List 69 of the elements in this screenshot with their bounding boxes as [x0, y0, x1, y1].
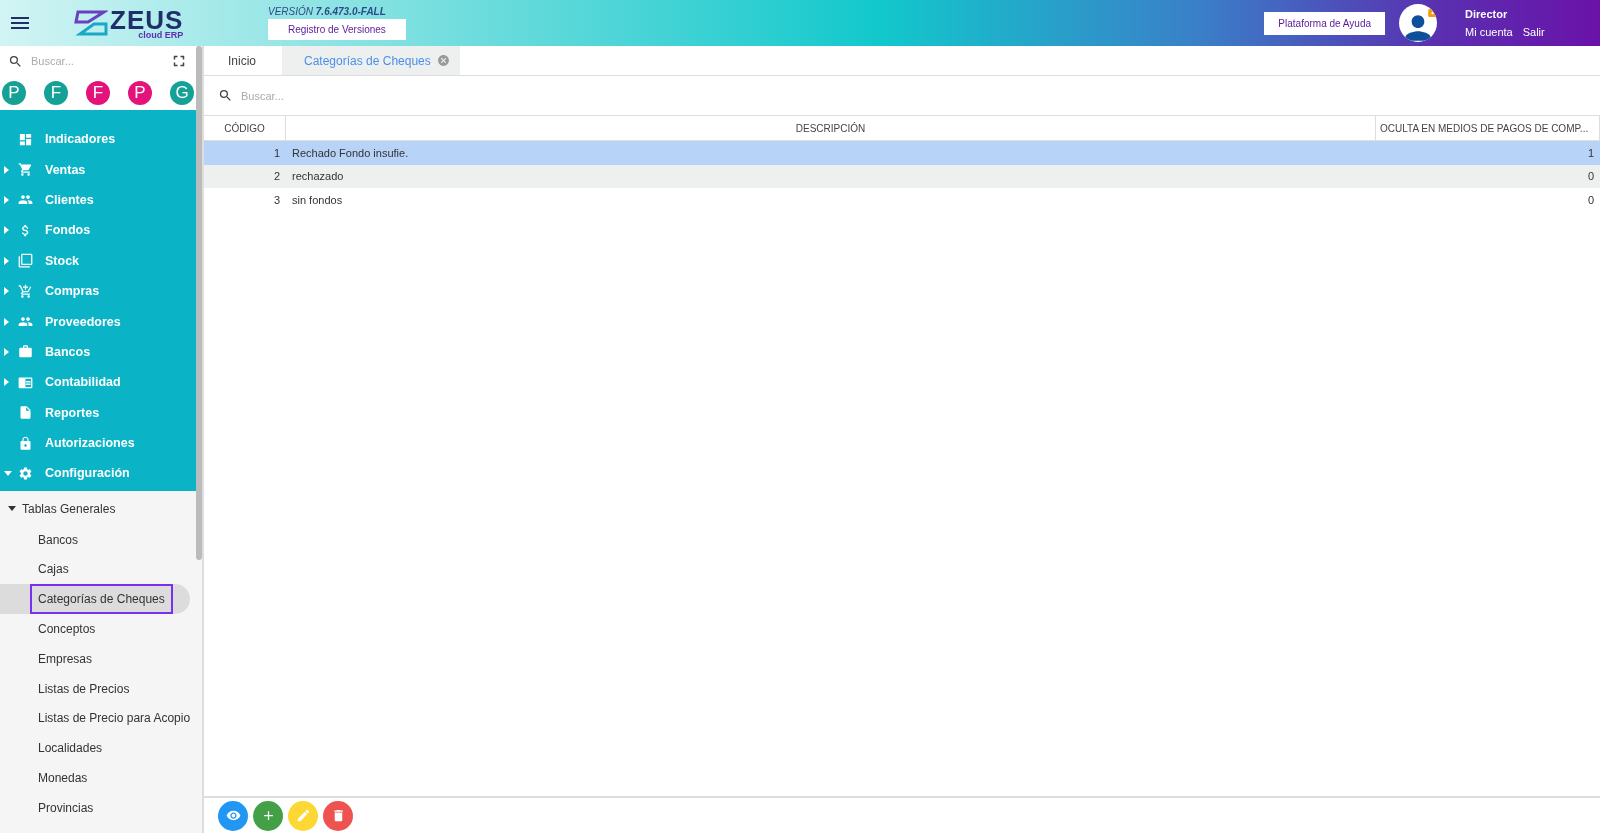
header-link[interactable]: Mi cuenta — [1465, 26, 1513, 38]
dashboard-icon — [18, 131, 33, 147]
search-icon — [8, 53, 23, 69]
column-header[interactable]: OCULTA EN MEDIOS DE PAGOS DE COMP... — [1376, 116, 1600, 140]
user-avatar[interactable] — [1399, 4, 1437, 42]
column-header[interactable]: CÓDIGO — [204, 116, 286, 140]
briefcase-icon — [18, 344, 33, 360]
submenu-item[interactable]: Cajas — [30, 554, 77, 585]
pencil-icon — [295, 808, 311, 823]
caret-right-icon — [4, 378, 9, 387]
close-icon[interactable] — [436, 54, 450, 67]
add-button[interactable] — [253, 800, 283, 831]
submenu-header[interactable]: Tablas Generales — [0, 492, 196, 525]
table-row[interactable]: 2 rechazado 0 — [204, 164, 1600, 188]
submenu-label: Tablas Generales — [22, 501, 116, 516]
table-cell-text: rechazado — [291, 169, 345, 185]
caret-right-icon — [4, 347, 9, 356]
submenu-item[interactable]: Monedas — [30, 762, 96, 793]
document-icon — [18, 405, 33, 421]
table-row[interactable]: 1 Rechado Fondo insufie. 1 — [204, 141, 1600, 165]
caret-down-icon — [4, 471, 12, 476]
sidebar-search-field[interactable]: Buscar... — [29, 54, 164, 68]
caret-right-icon — [4, 317, 9, 326]
user-role: Director — [1465, 8, 1509, 20]
submenu-item[interactable]: Localidades — [30, 733, 111, 764]
cart-icon — [18, 162, 33, 178]
caret-right-icon — [4, 226, 9, 235]
cart-plus-icon — [18, 283, 33, 299]
submenu-item[interactable]: Bancos — [30, 524, 87, 555]
submenu-item[interactable]: Categorías de Cheques — [30, 584, 173, 615]
table-cell-text: 3 — [272, 192, 281, 208]
shortcut-button[interactable]: P — [128, 81, 152, 105]
submenu-item[interactable]: Conceptos — [30, 614, 104, 644]
copy-icon — [18, 253, 33, 269]
logo-icon — [74, 9, 108, 37]
submenu-item[interactable]: Empresas — [30, 643, 101, 674]
submenu-item[interactable]: Listas de Precio para Acopio — [30, 703, 199, 734]
delete-button[interactable] — [323, 800, 353, 831]
table-cell-text: 1 — [272, 145, 281, 161]
column-header[interactable]: DESCRIPCIÓN — [286, 116, 1376, 140]
caret-right-icon — [4, 256, 9, 265]
search-icon — [218, 88, 233, 103]
table-cell-text: Rechado Fondo insufie. — [291, 145, 410, 161]
search-field[interactable]: Buscar... — [204, 76, 1600, 116]
caret-right-icon — [4, 165, 9, 174]
header-link[interactable]: Salir — [1522, 26, 1545, 38]
lock-icon — [18, 435, 33, 451]
scrollbar-thumb[interactable] — [196, 46, 202, 560]
version-label: VERSIÓN 7.6.473.0-FALL — [268, 6, 386, 17]
selected-submenu-item[interactable]: Categorías de Cheques — [0, 584, 190, 615]
help-button[interactable]: Plataforma de Ayuda — [1264, 11, 1385, 35]
caret-right-icon — [4, 287, 9, 296]
table-cell-text: 1 — [1586, 145, 1595, 161]
caret-down-icon — [8, 506, 16, 512]
table-cell-text: 0 — [1586, 192, 1595, 208]
caret-right-icon — [4, 195, 9, 204]
view-button[interactable] — [218, 800, 248, 831]
sidebar-search-field[interactable]: Buscar... — [0, 46, 196, 76]
logo-subtitle: cloud ERP — [138, 30, 184, 40]
eye-icon — [225, 808, 241, 823]
shortcut-button[interactable]: F — [86, 81, 110, 105]
table-cell-text: sin fondos — [291, 192, 344, 208]
submenu-item[interactable]: Listas de Precios — [30, 673, 138, 704]
search-field[interactable]: Buscar... — [239, 88, 1586, 103]
table-cell-text: 0 — [1586, 169, 1595, 185]
submenu-item[interactable]: Provincias — [30, 792, 102, 823]
settings-icon — [18, 466, 33, 481]
versions-button[interactable]: Registro de Versiones — [268, 19, 406, 40]
table-cell-text: 2 — [272, 169, 281, 185]
